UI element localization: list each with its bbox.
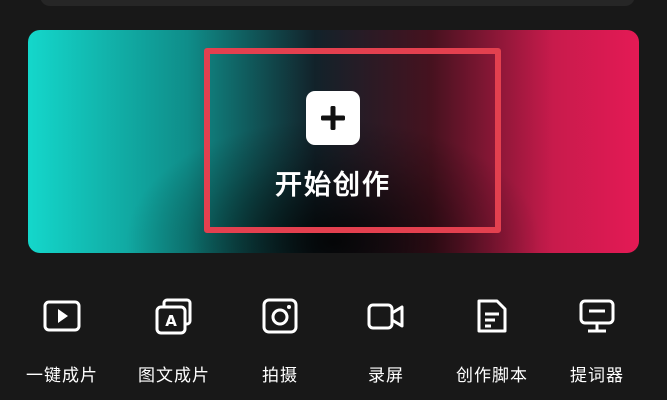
tool-one-click-video[interactable]: 一键成片	[10, 292, 114, 392]
tool-label-one-click-video: 一键成片	[26, 366, 98, 386]
top-search-bar[interactable]	[40, 0, 635, 6]
camera-icon	[262, 298, 298, 334]
teleprompter-icon	[579, 299, 615, 333]
image-text-icon: A	[155, 298, 192, 335]
play-video-icon	[43, 300, 81, 332]
tool-label-shoot: 拍摄	[262, 366, 298, 386]
svg-text:A: A	[165, 312, 177, 330]
tool-label-image-text-video: 图文成片	[138, 366, 210, 386]
highlight-annotation-box	[204, 48, 501, 233]
tool-label-screen-record: 录屏	[368, 366, 404, 386]
script-document-icon	[477, 299, 507, 333]
video-camera-icon	[367, 303, 404, 330]
home-screen: 开始创作 一键成片 A 图文成片 拍摄 录屏 创作脚本 提词器	[0, 0, 667, 400]
tool-creation-script[interactable]: 创作脚本	[440, 292, 544, 392]
tool-shoot[interactable]: 拍摄	[228, 292, 332, 392]
tool-label-teleprompter: 提词器	[570, 366, 624, 386]
tool-teleprompter[interactable]: 提词器	[545, 292, 649, 392]
tool-label-creation-script: 创作脚本	[456, 366, 528, 386]
start-create-card[interactable]: 开始创作	[28, 30, 639, 253]
tool-screen-record[interactable]: 录屏	[334, 292, 438, 392]
quick-tools-row: 一键成片 A 图文成片 拍摄 录屏 创作脚本 提词器	[0, 292, 667, 392]
tool-image-text-video[interactable]: A 图文成片	[122, 292, 226, 392]
